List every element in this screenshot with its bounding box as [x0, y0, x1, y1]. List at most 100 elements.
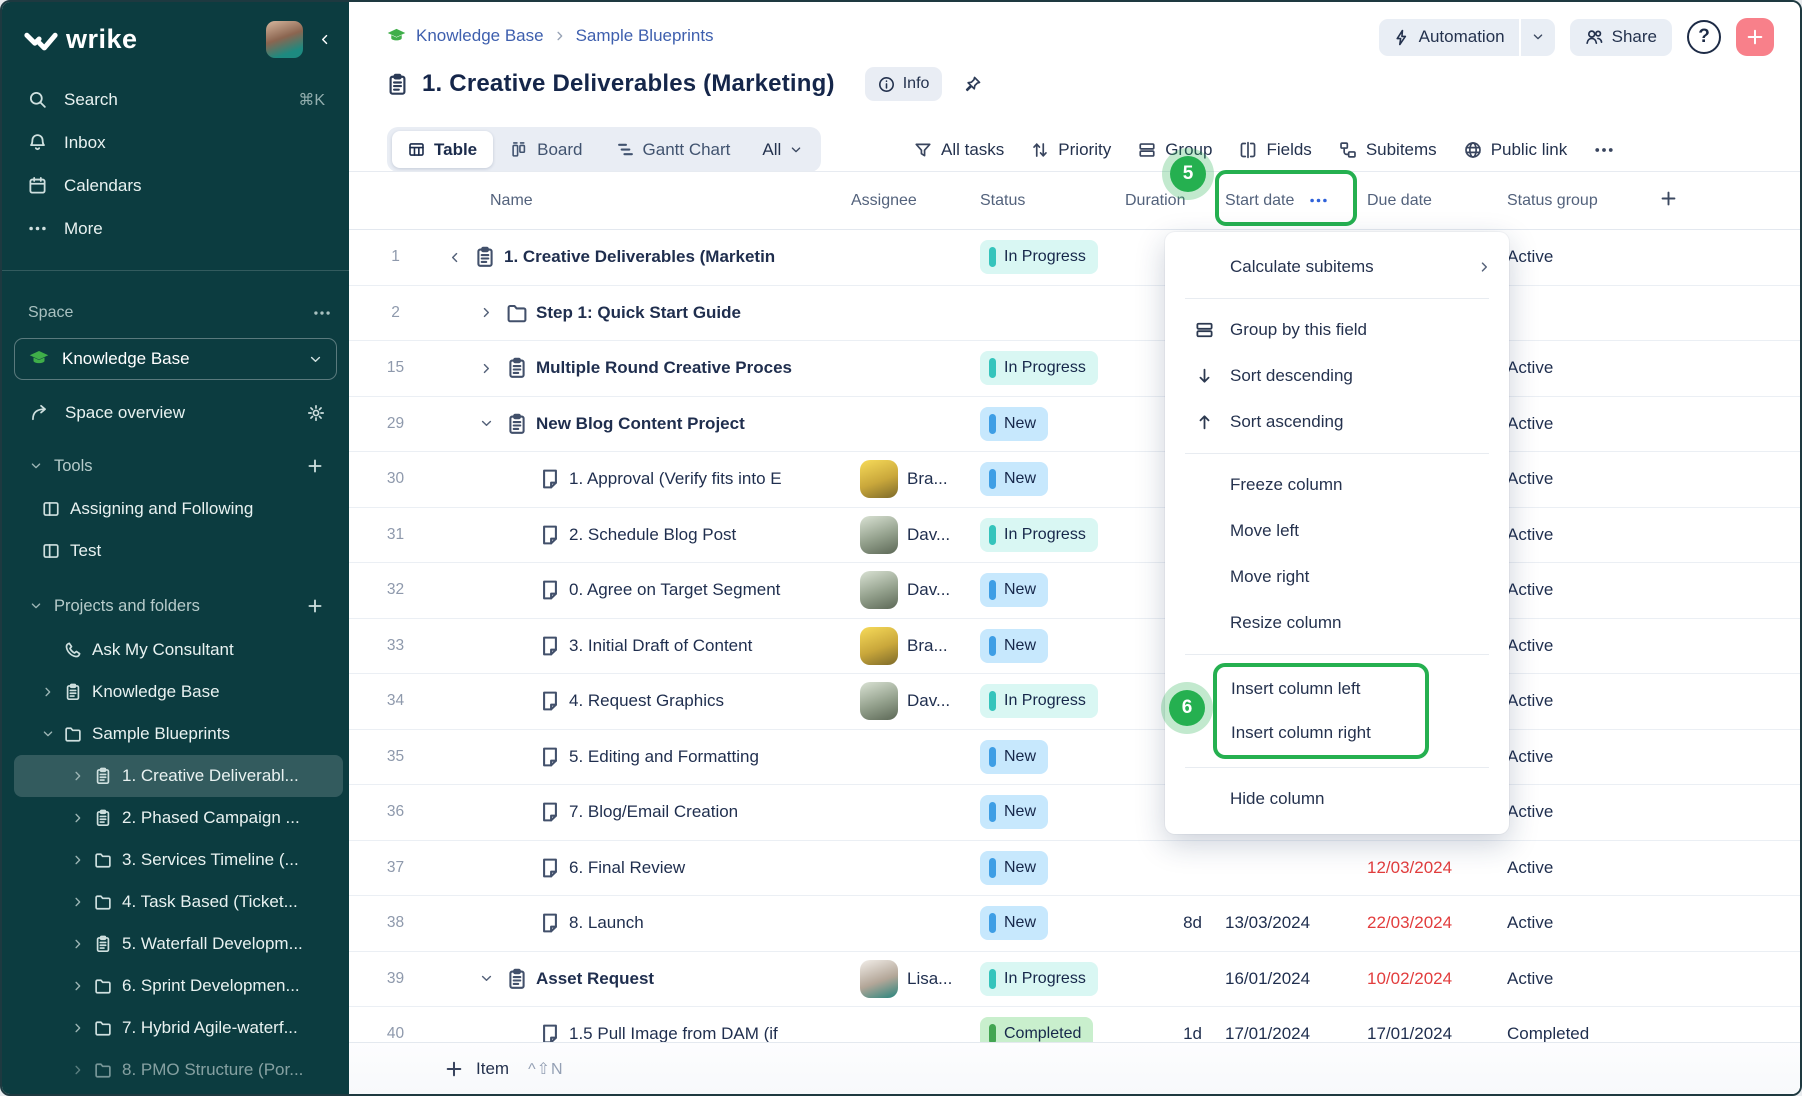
add-column-button[interactable] [1652, 190, 1800, 212]
due-date-cell[interactable]: 22/03/2024 [1357, 913, 1497, 933]
status-cell[interactable]: In Progress [980, 351, 1123, 385]
sidebar-tool-item[interactable]: Assigning and Following [14, 488, 343, 530]
table-row[interactable]: 312. Schedule Blog PostDav...In Progress… [349, 508, 1800, 564]
user-avatar[interactable] [266, 21, 303, 58]
assignee-cell[interactable]: Bra... [851, 627, 980, 665]
add-tool-icon[interactable] [307, 458, 323, 474]
status-badge[interactable]: New [980, 407, 1048, 441]
status-cell[interactable]: New [980, 795, 1123, 829]
status-group-cell[interactable]: Active [1497, 969, 1652, 989]
table-row[interactable]: 344. Request GraphicsDav...In ProgressAc… [349, 674, 1800, 730]
task-name[interactable]: 5. Editing and Formatting [569, 747, 759, 767]
sort-priority[interactable]: Priority [1031, 140, 1111, 160]
help-button[interactable]: ? [1687, 20, 1721, 54]
status-cell[interactable]: New [980, 407, 1123, 441]
tab-table[interactable]: Table [392, 131, 493, 168]
task-name[interactable]: 3. Initial Draft of Content [569, 636, 752, 656]
chevron-down-icon[interactable] [480, 417, 506, 431]
status-group-cell[interactable]: Active [1497, 247, 1652, 267]
create-new-button[interactable] [1736, 18, 1774, 56]
assignee-cell[interactable]: Dav... [851, 682, 980, 720]
table-row[interactable]: 29New Blog Content ProjectNewActive [349, 397, 1800, 453]
status-cell[interactable]: New [980, 851, 1123, 885]
status-badge[interactable]: New [980, 629, 1048, 663]
task-name[interactable]: Asset Request [536, 969, 654, 989]
table-row[interactable]: 333. Initial Draft of ContentBra...NewAc… [349, 619, 1800, 675]
chevron-right-icon[interactable] [72, 812, 84, 824]
subitems-button[interactable]: Subitems [1339, 140, 1437, 160]
fields-button[interactable]: Fields [1239, 140, 1311, 160]
status-cell[interactable]: In Progress [980, 962, 1123, 996]
status-group-cell[interactable]: Active [1497, 913, 1652, 933]
status-group-cell[interactable]: Active [1497, 358, 1652, 378]
sidebar-blueprint-item[interactable]: 7. Hybrid Agile-waterf... [14, 1007, 343, 1049]
table-row[interactable]: 388. LaunchNew8d13/03/202422/03/2024Acti… [349, 896, 1800, 952]
status-badge[interactable]: New [980, 906, 1048, 940]
sidebar-blueprint-item[interactable]: 5. Waterfall Developm... [14, 923, 343, 965]
status-cell[interactable]: New [980, 906, 1123, 940]
due-date-cell[interactable]: 12/03/2024 [1357, 858, 1497, 878]
menu-item-sort-descending[interactable]: Sort descending [1165, 353, 1509, 399]
table-row[interactable]: 320. Agree on Target SegmentDav...NewAct… [349, 563, 1800, 619]
status-group-cell[interactable]: Active [1497, 580, 1652, 600]
start-date-cell[interactable]: 16/01/2024 [1212, 969, 1357, 989]
assignee-cell[interactable]: Lisa... [851, 960, 980, 998]
automation-dropdown-button[interactable] [1521, 19, 1555, 56]
sidebar-section-projects[interactable]: Projects and folders [14, 586, 337, 626]
tab-gantt-chart[interactable]: Gantt Chart [601, 131, 747, 168]
table-row[interactable]: 376. Final ReviewNew12/03/2024Active [349, 841, 1800, 897]
menu-item-insert-column-right[interactable]: Insert column right [1217, 711, 1425, 755]
menu-item-calculate-subitems[interactable]: Calculate subitems [1165, 244, 1509, 290]
menu-item-resize-column[interactable]: Resize column [1165, 600, 1509, 646]
status-badge[interactable]: In Progress [980, 684, 1098, 718]
sidebar-collapse-button[interactable] [311, 26, 337, 52]
status-group-cell[interactable]: Active [1497, 747, 1652, 767]
add-project-icon[interactable] [307, 598, 323, 614]
pin-button[interactable] [955, 67, 991, 101]
table-row[interactable]: 2Step 1: Quick Start Guide [349, 286, 1800, 342]
status-group-cell[interactable]: Active [1497, 802, 1652, 822]
task-name[interactable]: 1. Approval (Verify fits into E [569, 469, 782, 489]
status-cell[interactable]: New [980, 573, 1123, 607]
task-name[interactable]: 8. Launch [569, 913, 644, 933]
sidebar-blueprint-item[interactable]: 4. Task Based (Ticket... [14, 881, 343, 923]
status-cell[interactable]: New [980, 462, 1123, 496]
info-button[interactable]: Info [865, 67, 943, 101]
sidebar-item-calendars[interactable]: Calendars [14, 164, 337, 207]
task-name[interactable]: Step 1: Quick Start Guide [536, 303, 741, 323]
status-cell[interactable]: In Progress [980, 518, 1123, 552]
chevron-left-icon[interactable] [448, 250, 474, 264]
status-group-cell[interactable]: Active [1497, 469, 1652, 489]
task-name[interactable]: 7. Blog/Email Creation [569, 802, 738, 822]
status-group-cell[interactable]: Active [1497, 414, 1652, 434]
sidebar-section-tools[interactable]: Tools [14, 446, 337, 486]
status-cell[interactable]: In Progress [980, 240, 1123, 274]
menu-item-hide-column[interactable]: Hide column [1165, 776, 1509, 822]
tab-all-dropdown[interactable]: All [748, 131, 816, 168]
status-badge[interactable]: In Progress [980, 518, 1098, 552]
task-name[interactable]: 2. Schedule Blog Post [569, 525, 736, 545]
status-badge[interactable]: New [980, 462, 1048, 496]
status-badge[interactable]: New [980, 573, 1048, 607]
sidebar-item-search[interactable]: Search⌘K [14, 78, 337, 121]
menu-item-freeze-column[interactable]: Freeze column [1165, 462, 1509, 508]
assignee-cell[interactable]: Dav... [851, 516, 980, 554]
chevron-right-icon[interactable] [72, 896, 84, 908]
chevron-down-icon[interactable] [42, 728, 54, 740]
chevron-right-icon[interactable] [72, 1022, 84, 1034]
sidebar-blueprint-item[interactable]: 1. Creative Deliverabl... [14, 755, 343, 797]
task-name[interactable]: Multiple Round Creative Proces [536, 358, 792, 378]
due-date-cell[interactable]: 10/02/2024 [1357, 969, 1497, 989]
column-status[interactable]: Status [980, 192, 1123, 210]
start-date-cell[interactable]: 13/03/2024 [1212, 913, 1357, 933]
space-selector[interactable]: Knowledge Base [14, 338, 337, 380]
duration-cell[interactable]: 8d [1123, 913, 1212, 933]
status-badge[interactable]: In Progress [980, 240, 1098, 274]
sidebar-blueprint-item[interactable]: 3. Services Timeline (... [14, 839, 343, 881]
task-name[interactable]: New Blog Content Project [536, 414, 745, 434]
sidebar-project-item[interactable]: Ask My Consultant [14, 629, 343, 671]
sidebar-blueprint-item[interactable]: 6. Sprint Developmen... [14, 965, 343, 1007]
table-row[interactable]: 39Asset RequestLisa...In Progress16/01/2… [349, 952, 1800, 1008]
menu-item-move-left[interactable]: Move left [1165, 508, 1509, 554]
column-due-date[interactable]: Due date [1357, 192, 1497, 210]
